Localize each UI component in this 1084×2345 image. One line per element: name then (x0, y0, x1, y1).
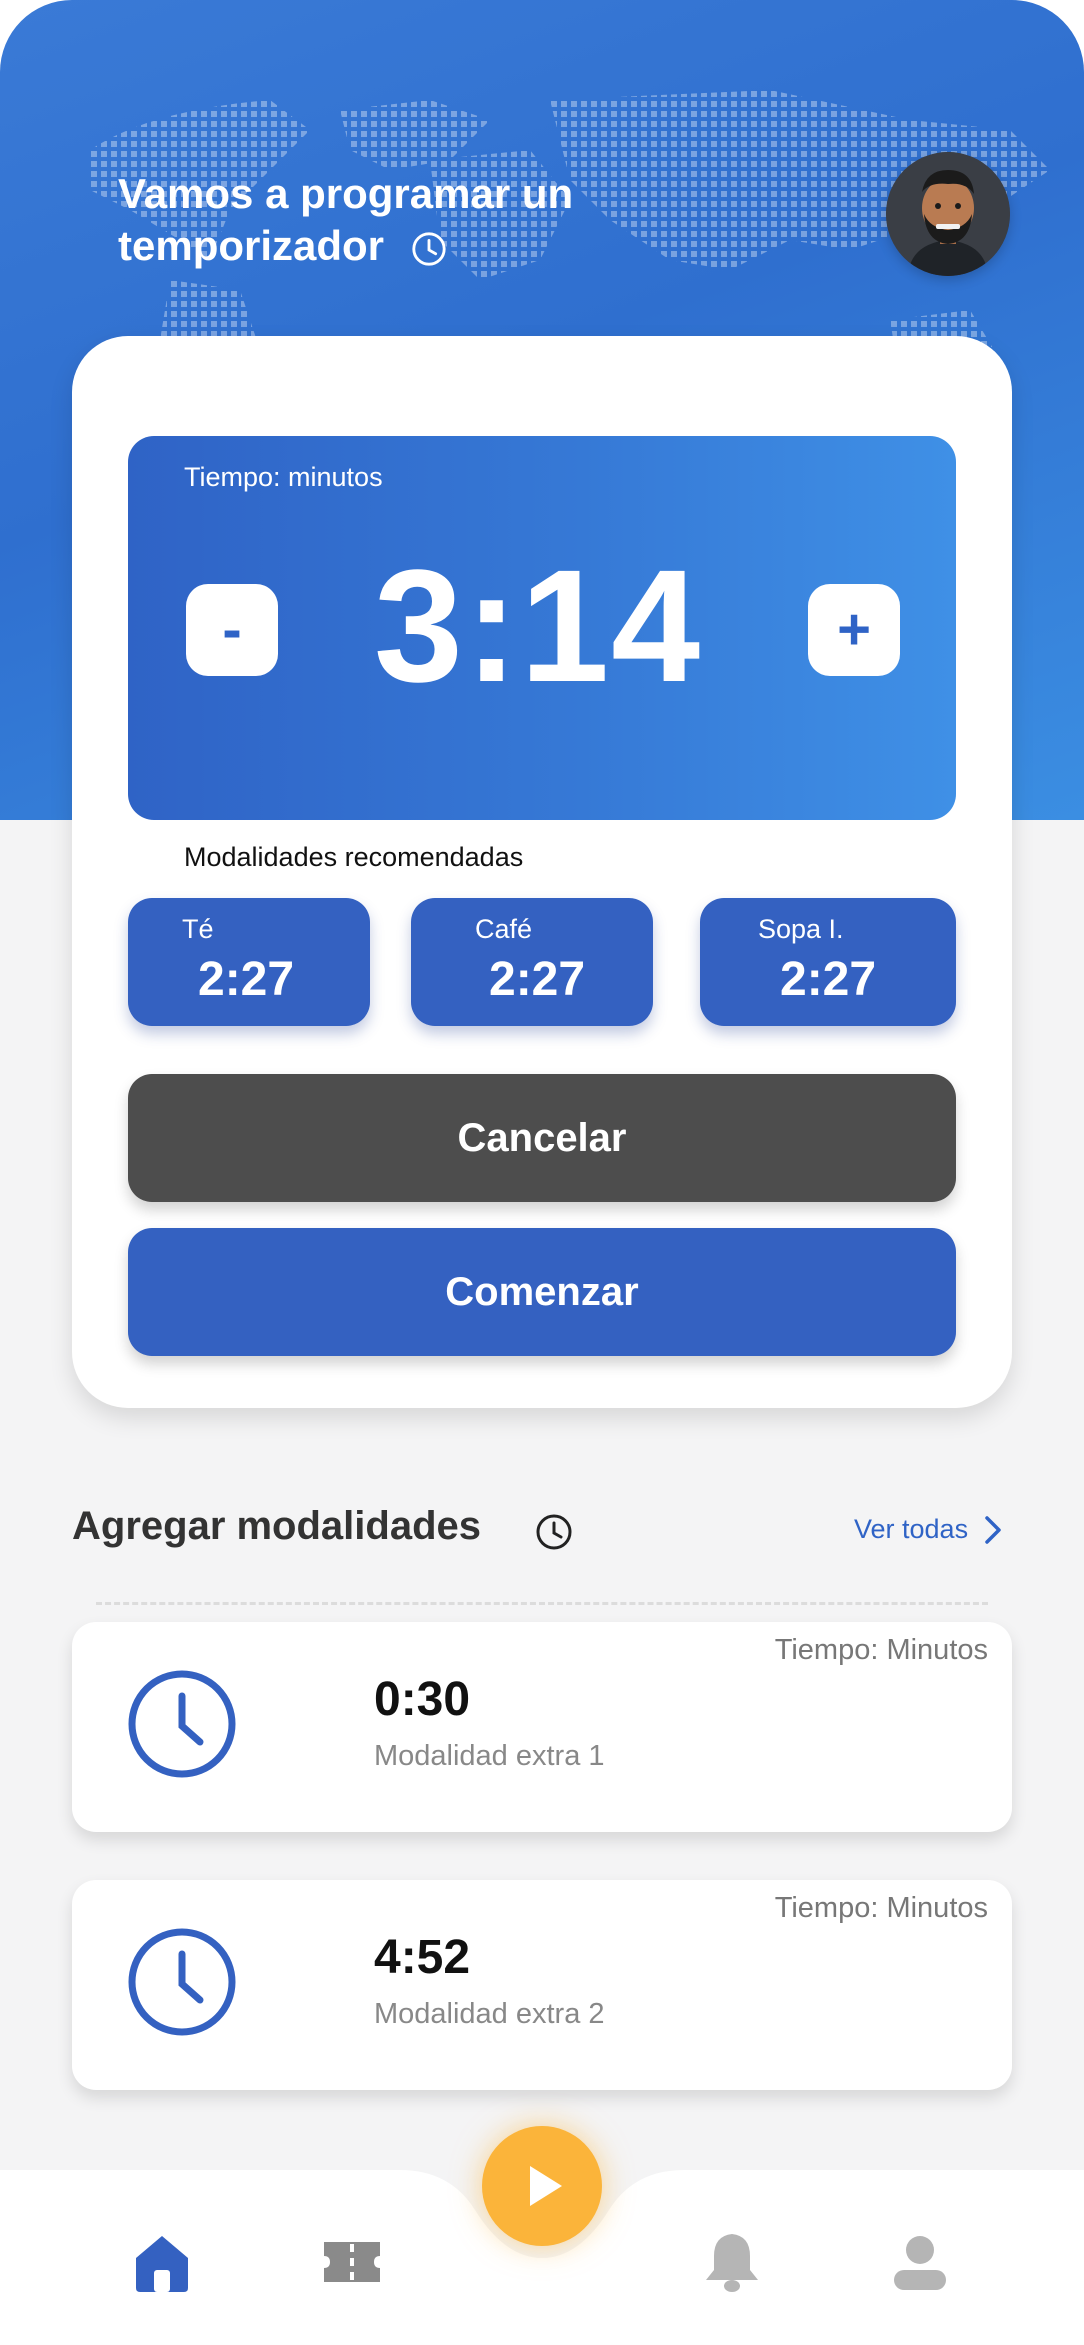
home-icon[interactable] (130, 2230, 194, 2294)
timer-value: 3:14 (373, 536, 703, 715)
modality-time: 0:30 (374, 1673, 471, 1726)
preset-name: Café (475, 914, 533, 944)
preset-sopa[interactable]: Sopa I. 2:27 (700, 898, 956, 1026)
avatar[interactable] (886, 152, 1010, 276)
preset-name: Sopa I. (758, 914, 844, 944)
preset-cafe[interactable]: Café 2:27 (411, 898, 653, 1026)
clock-icon (536, 1514, 572, 1550)
preset-time: 2:27 (489, 953, 586, 1006)
clock-icon (128, 1928, 236, 2036)
list-item[interactable]: Tiempo: Minutos 0:30 Modalidad extra 1 (72, 1622, 1012, 1832)
chevron-right-icon (985, 1515, 1001, 1544)
avatar-icon (886, 152, 1010, 276)
bell-icon[interactable] (700, 2230, 764, 2294)
timer-panel: Tiempo: minutos - 3:14 + (128, 436, 956, 820)
timer-card: Tiempo: minutos - 3:14 + Modalidades rec… (72, 336, 1012, 1408)
list-item[interactable]: Tiempo: Minutos 4:52 Modalidad extra 2 (72, 1880, 1012, 2090)
play-button[interactable] (482, 2126, 602, 2246)
preset-te[interactable]: Té 2:27 (128, 898, 370, 1026)
clock-icon (128, 1670, 236, 1778)
decrease-button[interactable]: - (186, 584, 278, 676)
play-icon (530, 2166, 562, 2206)
modality-time: 4:52 (374, 1931, 471, 1984)
recommended-title: Modalidades recomendadas (184, 842, 524, 872)
modality-name: Modalidad extra 1 (374, 1740, 605, 1772)
modality-unit: Tiempo: Minutos (774, 1634, 988, 1666)
preset-time: 2:27 (198, 953, 295, 1006)
preset-time: 2:27 (780, 953, 877, 1006)
divider (96, 1602, 988, 1605)
ticket-icon[interactable] (320, 2230, 384, 2294)
cancel-button[interactable]: Cancelar (128, 1074, 956, 1202)
greeting-text: Vamos a programar un temporizador (118, 170, 574, 269)
profile-icon[interactable] (888, 2230, 952, 2294)
section-title: Agregar modalidades (72, 1504, 482, 1548)
timer-unit-label: Tiempo: minutos (184, 462, 383, 492)
modality-name: Modalidad extra 2 (374, 1998, 605, 2030)
app-screen: Vamos a programar un temporizador Tiempo… (0, 0, 1084, 2345)
increase-button[interactable]: + (808, 584, 900, 676)
see-all-link[interactable]: Ver todas (854, 1514, 1004, 1545)
preset-name: Té (182, 914, 214, 944)
page-title: Vamos a programar un temporizador (118, 168, 638, 272)
start-button[interactable]: Comenzar (128, 1228, 956, 1356)
see-all-label: Ver todas (854, 1514, 969, 1544)
modality-unit: Tiempo: Minutos (774, 1892, 988, 1924)
clock-icon (412, 232, 446, 266)
